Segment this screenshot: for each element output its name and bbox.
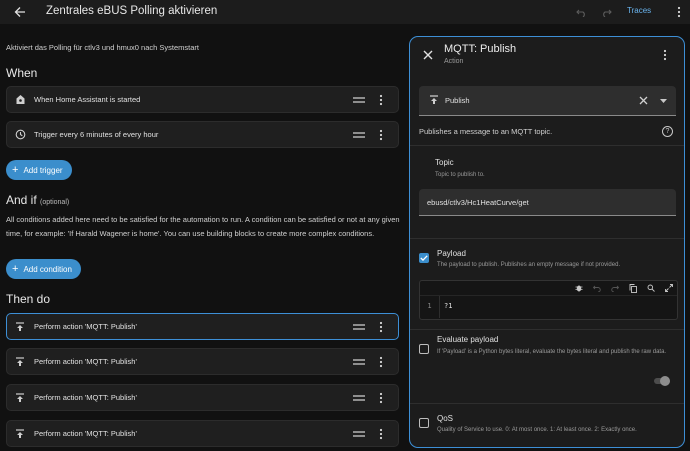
close-icon[interactable] (422, 49, 434, 61)
add-trigger-label: Add trigger (23, 165, 63, 175)
action-description: Publishes a message to an MQTT topic. (419, 127, 553, 136)
action-card-1[interactable]: Perform action 'MQTT: Publish' (6, 313, 399, 340)
evaluate-payload-checkbox[interactable] (419, 344, 429, 354)
and-if-label: And if (6, 193, 37, 207)
topic-label: Topic (435, 158, 454, 167)
overflow-menu-icon[interactable] (674, 4, 684, 20)
search-replace-icon[interactable] (646, 284, 655, 293)
evaluate-payload-description: If 'Payload' is a Python bytes literal, … (437, 349, 667, 355)
drag-handle-icon[interactable] (353, 96, 365, 104)
and-if-title: And if (optional) (6, 193, 69, 207)
more-vert-icon[interactable] (379, 356, 383, 368)
action-card-3[interactable]: Perform action 'MQTT: Publish' (6, 384, 399, 411)
payload-label: Payload (437, 249, 466, 258)
bug-icon[interactable] (574, 284, 583, 293)
action-label: Perform action 'MQTT: Publish' (34, 322, 137, 331)
redo-icon[interactable] (599, 5, 613, 19)
payload-code-editor[interactable]: 1 ?1 (419, 280, 678, 320)
redo-icon[interactable] (610, 284, 619, 293)
trigger-label: When Home Assistant is started (34, 95, 141, 104)
editor-line: 1 ?1 (420, 295, 677, 318)
more-vert-icon[interactable] (379, 129, 383, 141)
add-trigger-button[interactable]: + Add trigger (6, 160, 72, 180)
evaluate-payload-toggle[interactable] (652, 376, 672, 386)
drag-handle-icon[interactable] (353, 131, 365, 139)
trigger-card-time-pattern[interactable]: Trigger every 6 minutes of every hour (6, 121, 399, 148)
help-icon[interactable]: ? (662, 126, 673, 137)
evaluate-payload-label: Evaluate payload (437, 335, 499, 344)
divider (410, 329, 684, 330)
qos-label: QoS (437, 414, 454, 423)
publish-icon (14, 321, 26, 333)
topic-input[interactable]: ebusd/ctlv3/Hc1HeatCurve/get (419, 189, 676, 216)
clock-icon (14, 129, 26, 141)
more-vert-icon[interactable] (663, 49, 667, 61)
drag-handle-icon[interactable] (353, 323, 365, 331)
drag-handle-icon[interactable] (353, 394, 365, 402)
action-label: Perform action 'MQTT: Publish' (34, 429, 137, 438)
qos-description: Quality of Service to use. 0: At most on… (437, 427, 637, 433)
undo-icon[interactable] (574, 5, 588, 19)
publish-icon (14, 356, 26, 368)
page-title: Zentrales eBUS Polling aktivieren (46, 5, 218, 17)
trigger-label: Trigger every 6 minutes of every hour (34, 130, 159, 139)
more-vert-icon[interactable] (379, 94, 383, 106)
more-vert-icon[interactable] (379, 428, 383, 440)
plus-icon: + (12, 262, 19, 275)
panel-subtitle: Action (444, 58, 464, 65)
plus-icon: + (12, 163, 19, 176)
qos-checkbox[interactable] (419, 418, 429, 428)
action-card-2[interactable]: Perform action 'MQTT: Publish' (6, 348, 399, 375)
publish-icon (14, 428, 26, 440)
publish-icon (14, 392, 26, 404)
home-assistant-icon (14, 94, 26, 106)
more-vert-icon[interactable] (379, 392, 383, 404)
automation-editor: Aktiviert das Polling für ctlv3 und hmux… (0, 24, 404, 451)
fullscreen-icon[interactable] (664, 284, 673, 293)
automation-description: Aktiviert das Polling für ctlv3 und hmux… (6, 43, 200, 52)
action-label: Perform action 'MQTT: Publish' (34, 357, 137, 366)
then-do-title: Then do (6, 292, 51, 306)
editor-toolbar (420, 281, 677, 295)
drag-handle-icon[interactable] (353, 358, 365, 366)
payload-description: The payload to publish. Publishes an emp… (437, 262, 621, 268)
action-label: Perform action 'MQTT: Publish' (34, 393, 137, 402)
action-select[interactable]: Publish (419, 86, 676, 116)
when-title: When (6, 66, 38, 80)
topic-description: Topic to publish to. (435, 172, 485, 178)
add-condition-button[interactable]: + Add condition (6, 259, 81, 279)
action-editor-panel: MQTT: Publish Action Publish Publishes a… (409, 36, 685, 448)
publish-icon (429, 95, 439, 105)
divider (410, 238, 684, 239)
more-vert-icon[interactable] (379, 321, 383, 333)
copy-icon[interactable] (628, 283, 637, 293)
conditions-description: All conditions added here need to be sat… (6, 215, 400, 238)
action-select-value: Publish (445, 96, 470, 105)
action-card-4[interactable]: Perform action 'MQTT: Publish' (6, 420, 399, 447)
divider (410, 145, 684, 146)
add-condition-label: Add condition (23, 264, 72, 274)
divider (410, 403, 684, 404)
toggle-knob (660, 376, 670, 386)
trigger-card-home-assistant-started[interactable]: When Home Assistant is started (6, 86, 399, 113)
undo-icon[interactable] (592, 284, 601, 293)
optional-note: (optional) (40, 199, 70, 206)
dropdown-arrow-icon[interactable] (658, 96, 668, 106)
panel-title: MQTT: Publish (444, 43, 517, 55)
payload-code: ?1 (444, 302, 453, 310)
topic-value: ebusd/ctlv3/Hc1HeatCurve/get (427, 198, 529, 207)
drag-handle-icon[interactable] (353, 430, 365, 438)
traces-link[interactable]: Traces (627, 6, 651, 15)
top-app-bar: Zentrales eBUS Polling aktivieren Traces (0, 0, 690, 24)
payload-checkbox[interactable] (419, 253, 429, 263)
line-number: 1 (420, 296, 440, 318)
clear-icon[interactable] (638, 95, 648, 105)
back-arrow-icon[interactable] (12, 4, 28, 20)
